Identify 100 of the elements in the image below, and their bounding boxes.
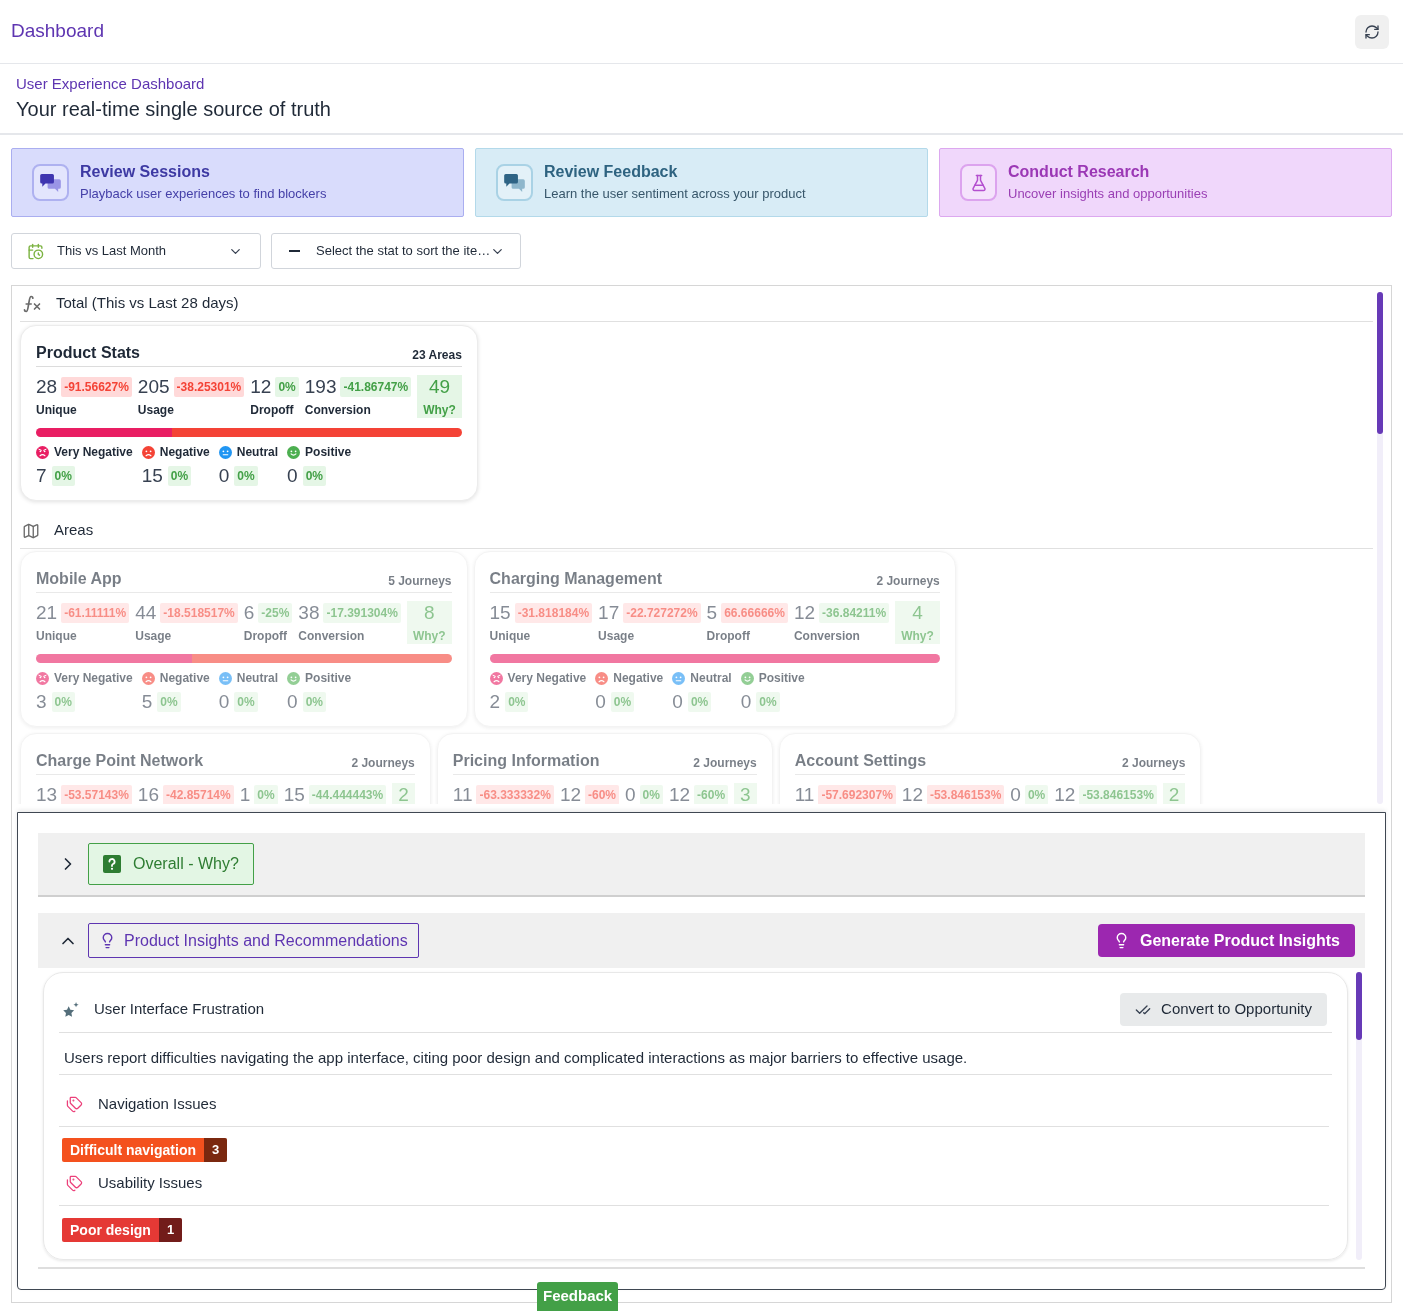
scrollbar-thumb[interactable]	[1377, 292, 1383, 434]
tag-count: 3	[204, 1138, 228, 1162]
neutral-face-icon	[218, 671, 232, 685]
sentiment-label: Positive	[305, 670, 352, 686]
angry-face-icon	[36, 671, 49, 685]
percent-change: 0%	[275, 377, 299, 397]
tags-icon	[66, 1174, 83, 1192]
function-icon	[22, 293, 42, 314]
percent-change: -57.692307%	[818, 785, 896, 804]
stat-label: Usage	[135, 628, 173, 644]
percent-change: -91.56627%	[61, 377, 132, 397]
card-subtitle: Playback user experiences to find blockers	[80, 185, 327, 203]
card-subtitle: Learn the user sentiment across your product	[544, 185, 806, 203]
stat-value: 15	[489, 601, 511, 625]
insight-description: Users report difficulties navigating the app interface, citing poor design and complicated interactions as major barriers to effective usage.	[59, 1033, 1332, 1075]
theme-title: Usability Issues	[98, 1173, 203, 1193]
sentiment-count: 3	[36, 690, 47, 714]
accordion-header[interactable]: Product Insights and Recommendations Generate Product Insights	[38, 913, 1365, 968]
percent-change: -41.86747%	[340, 377, 412, 397]
stat-value: 16	[137, 783, 159, 804]
tag-label: Difficult navigation	[62, 1138, 204, 1162]
stat-label: Conversion	[298, 628, 366, 644]
stat-label: Dropoff	[250, 402, 295, 418]
page-title: Dashboard	[11, 19, 104, 44]
card-title: Mobile App	[36, 569, 122, 589]
convert-button[interactable]: Convert to Opportunity	[1120, 993, 1327, 1026]
why-button[interactable]: 49 Why?	[417, 375, 462, 418]
feedback-tab[interactable]: Feedback	[537, 1282, 619, 1311]
sentiment-count: 0	[740, 690, 752, 714]
overall-why-button[interactable]: Overall - Why?	[88, 843, 254, 885]
sentiment-count: 0	[287, 464, 298, 488]
stat-value: 13	[36, 783, 58, 804]
percent-change: 0%	[1024, 785, 1049, 804]
page-heading: Your real-time single source of truth	[16, 97, 331, 122]
card-count: 2 Journeys	[351, 755, 415, 771]
percent-change: 0%	[254, 785, 278, 804]
stat-value: 17	[598, 601, 620, 625]
tag-count: 1	[158, 1218, 183, 1242]
stat-value: 28	[36, 375, 58, 399]
angry-face-icon	[36, 445, 49, 459]
sentiment-label: Negative	[159, 444, 210, 460]
action-card[interactable]: Review Feedback Learn the user sentiment across your product	[475, 148, 928, 217]
stat-label: Dropoff	[706, 628, 751, 644]
percent-change: -17.391304%	[323, 603, 401, 623]
sad-face-icon	[141, 671, 155, 685]
card-count: 23 Areas	[412, 347, 462, 363]
scrollbar-thumb[interactable]	[1356, 972, 1362, 1040]
section-title: Areas	[54, 520, 94, 541]
percent-change: -53.846153%	[926, 785, 1005, 804]
refresh-button[interactable]	[1355, 14, 1389, 49]
tags-icon	[66, 1095, 83, 1113]
sentiment-count: 15	[141, 464, 163, 488]
sentiment-label: Very Negative	[54, 444, 133, 460]
stat-label: Dropoff	[243, 628, 289, 644]
percent-change: 0%	[505, 692, 529, 712]
action-card[interactable]: Review Sessions Playback user experiences to find blockers	[11, 148, 464, 217]
percent-change: 0%	[302, 692, 326, 712]
stat-value: 205	[137, 375, 170, 399]
card-title: Charge Point Network	[36, 751, 204, 771]
percent-change: -53.57143%	[61, 785, 132, 804]
percent-change: 0%	[639, 785, 663, 804]
sentiment-count: 2	[489, 690, 501, 714]
sentiment-label: Very Negative	[54, 670, 133, 686]
stat-value: 15	[283, 783, 305, 804]
neutral-face-icon	[218, 445, 232, 459]
sentiment-label: Negative	[159, 670, 210, 686]
action-card[interactable]: Conduct Research Uncover insights and opportunities	[939, 148, 1392, 217]
sentiment-label: Neutral	[236, 670, 279, 686]
percent-change: 0%	[167, 466, 192, 486]
sort-dropdown[interactable]: Select the stat to sort the ite…	[271, 233, 521, 269]
card-count: 5 Journeys	[388, 573, 452, 589]
star-sparkle-icon	[63, 1002, 79, 1017]
stat-value: 193	[304, 375, 337, 399]
stat-value: 12	[250, 375, 272, 399]
stat-value: 6	[243, 601, 255, 625]
stat-value: 1	[239, 783, 251, 804]
percent-change: 0%	[687, 692, 712, 712]
sentiment-label: Positive	[758, 670, 805, 686]
generate-insights-button[interactable]: Generate Product Insights	[1097, 924, 1355, 957]
theme-title: Navigation Issues	[98, 1094, 217, 1114]
percent-change: 0%	[51, 466, 75, 486]
percent-change: -42.85714%	[163, 785, 234, 804]
percent-change: 0%	[234, 692, 258, 712]
smiling-face-icon	[740, 671, 754, 685]
card-title: Review Sessions	[80, 162, 211, 182]
stat-value: 0	[1010, 783, 1021, 804]
percent-change: -60%	[694, 785, 729, 804]
period-dropdown[interactable]: This vs Last Month	[11, 233, 261, 269]
insight-title: User Interface Frustration	[94, 999, 265, 1020]
insights-button[interactable]: Product Insights and Recommendations	[88, 923, 419, 958]
card-title: Pricing Information	[452, 751, 600, 771]
smiling-face-icon	[287, 671, 301, 685]
percent-change: -25%	[258, 603, 293, 623]
percent-change: -38.25301%	[173, 377, 245, 397]
sentiment-count: 0	[218, 690, 230, 714]
accordion-header[interactable]: Overall - Why?	[38, 833, 1365, 897]
calendar-icon	[27, 242, 44, 260]
stat-value: 21	[36, 601, 58, 625]
stat-label: Conversion	[304, 402, 372, 418]
stat-value: 44	[135, 601, 157, 625]
